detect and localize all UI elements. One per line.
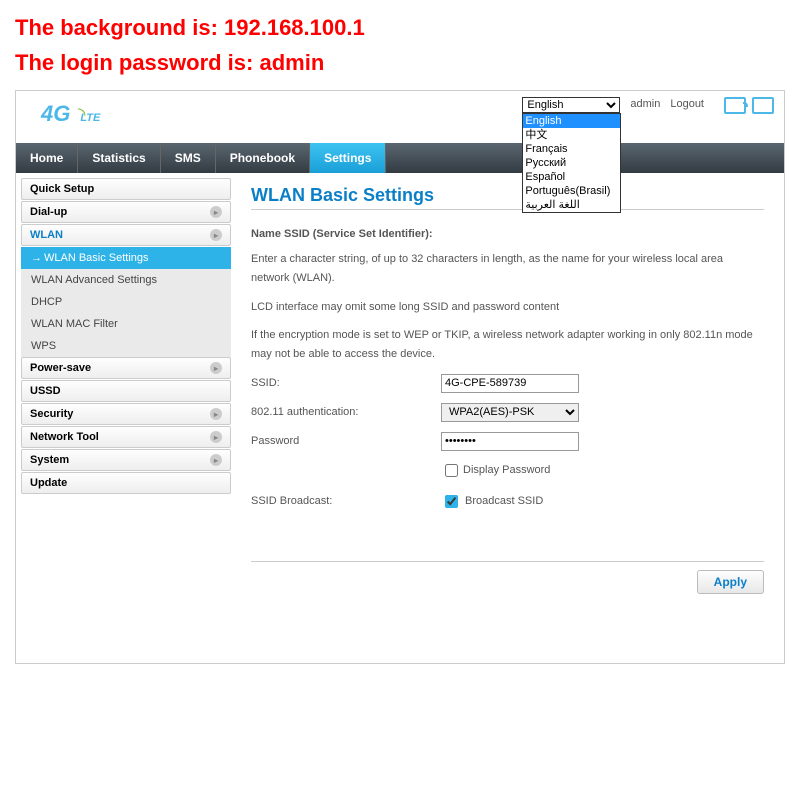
sidebar-dialup[interactable]: Dial-up▸ (21, 201, 231, 223)
nav-home[interactable]: Home (16, 143, 78, 173)
sidebar-ussd[interactable]: USSD (21, 380, 231, 402)
lang-option-french[interactable]: Français (523, 142, 620, 156)
language-select[interactable]: English (522, 97, 620, 113)
password-input[interactable] (441, 432, 579, 451)
broadcast-check-label: Broadcast SSID (465, 495, 543, 507)
description-3: If the encryption mode is set to WEP or … (251, 326, 764, 363)
broadcast-checkbox[interactable] (445, 495, 458, 508)
sidebar-system[interactable]: System▸ (21, 449, 231, 471)
sidebar-dhcp[interactable]: DHCP (21, 291, 231, 313)
sidebar-wlan-basic[interactable]: WLAN Basic Settings (21, 247, 231, 269)
sidebar-network-tool[interactable]: Network Tool▸ (21, 426, 231, 448)
chevron-icon: ▸ (210, 431, 222, 443)
lang-option-spanish[interactable]: Español (523, 170, 620, 184)
connection-icon (724, 97, 746, 114)
lang-option-portuguese[interactable]: Português(Brasil) (523, 184, 620, 198)
sidebar-update[interactable]: Update (21, 472, 231, 494)
sidebar-wps[interactable]: WPS (21, 335, 231, 357)
broadcast-label: SSID Broadcast: (251, 495, 441, 507)
sidebar-wlan-advanced[interactable]: WLAN Advanced Settings (21, 269, 231, 291)
nav-phonebook[interactable]: Phonebook (216, 143, 310, 173)
auth-label: 802.11 authentication: (251, 406, 441, 418)
lang-option-english[interactable]: English (523, 114, 620, 128)
nav-sms[interactable]: SMS (161, 143, 216, 173)
main-nav: Home Statistics SMS Phonebook Settings (16, 143, 784, 173)
language-dropdown[interactable]: English 中文 Français Русский Español Port… (522, 113, 621, 213)
display-password-checkbox[interactable] (445, 464, 458, 477)
username-label: admin (630, 97, 660, 110)
auth-select[interactable]: WPA2(AES)-PSK (441, 403, 579, 422)
page-title: WLAN Basic Settings (251, 185, 764, 210)
description-2: LCD interface may omit some long SSID an… (251, 298, 764, 317)
sidebar-quick-setup[interactable]: Quick Setup (21, 178, 231, 200)
main-content: WLAN Basic Settings Name SSID (Service S… (231, 173, 784, 663)
overlay-line2: The login password is: admin (15, 45, 785, 80)
lang-option-russian[interactable]: Русский (523, 156, 620, 170)
password-label: Password (251, 435, 441, 447)
chevron-icon: ▸ (210, 206, 222, 218)
logo: 4G⌒LTE (41, 101, 100, 127)
logout-link[interactable]: Logout (670, 97, 704, 110)
battery-icon (752, 97, 774, 114)
nav-settings[interactable]: Settings (310, 143, 386, 173)
sidebar-power-save[interactable]: Power-save▸ (21, 357, 231, 379)
lang-option-chinese[interactable]: 中文 (523, 128, 620, 142)
apply-button[interactable]: Apply (697, 570, 764, 594)
sidebar: Quick Setup Dial-up▸ WLAN▸ WLAN Basic Se… (16, 173, 231, 663)
overlay-line1: The background is: 192.168.100.1 (15, 10, 785, 45)
ssid-input[interactable] (441, 374, 579, 393)
chevron-icon: ▸ (210, 362, 222, 374)
sidebar-security[interactable]: Security▸ (21, 403, 231, 425)
router-window: 4G⌒LTE English English 中文 Français Русск… (15, 90, 785, 664)
lang-option-arabic[interactable]: اللغة العربية (523, 198, 620, 212)
nav-statistics[interactable]: Statistics (78, 143, 160, 173)
sidebar-wlan[interactable]: WLAN▸ (21, 224, 231, 246)
chevron-icon: ▸ (210, 229, 222, 241)
ssid-label: SSID: (251, 377, 441, 389)
display-password-label: Display Password (463, 464, 550, 476)
section-heading: Name SSID (Service Set Identifier): (251, 228, 764, 240)
chevron-icon: ▸ (210, 454, 222, 466)
sidebar-mac-filter[interactable]: WLAN MAC Filter (21, 313, 231, 335)
chevron-icon: ▸ (210, 408, 222, 420)
description-1: Enter a character string, of up to 32 ch… (251, 250, 764, 287)
